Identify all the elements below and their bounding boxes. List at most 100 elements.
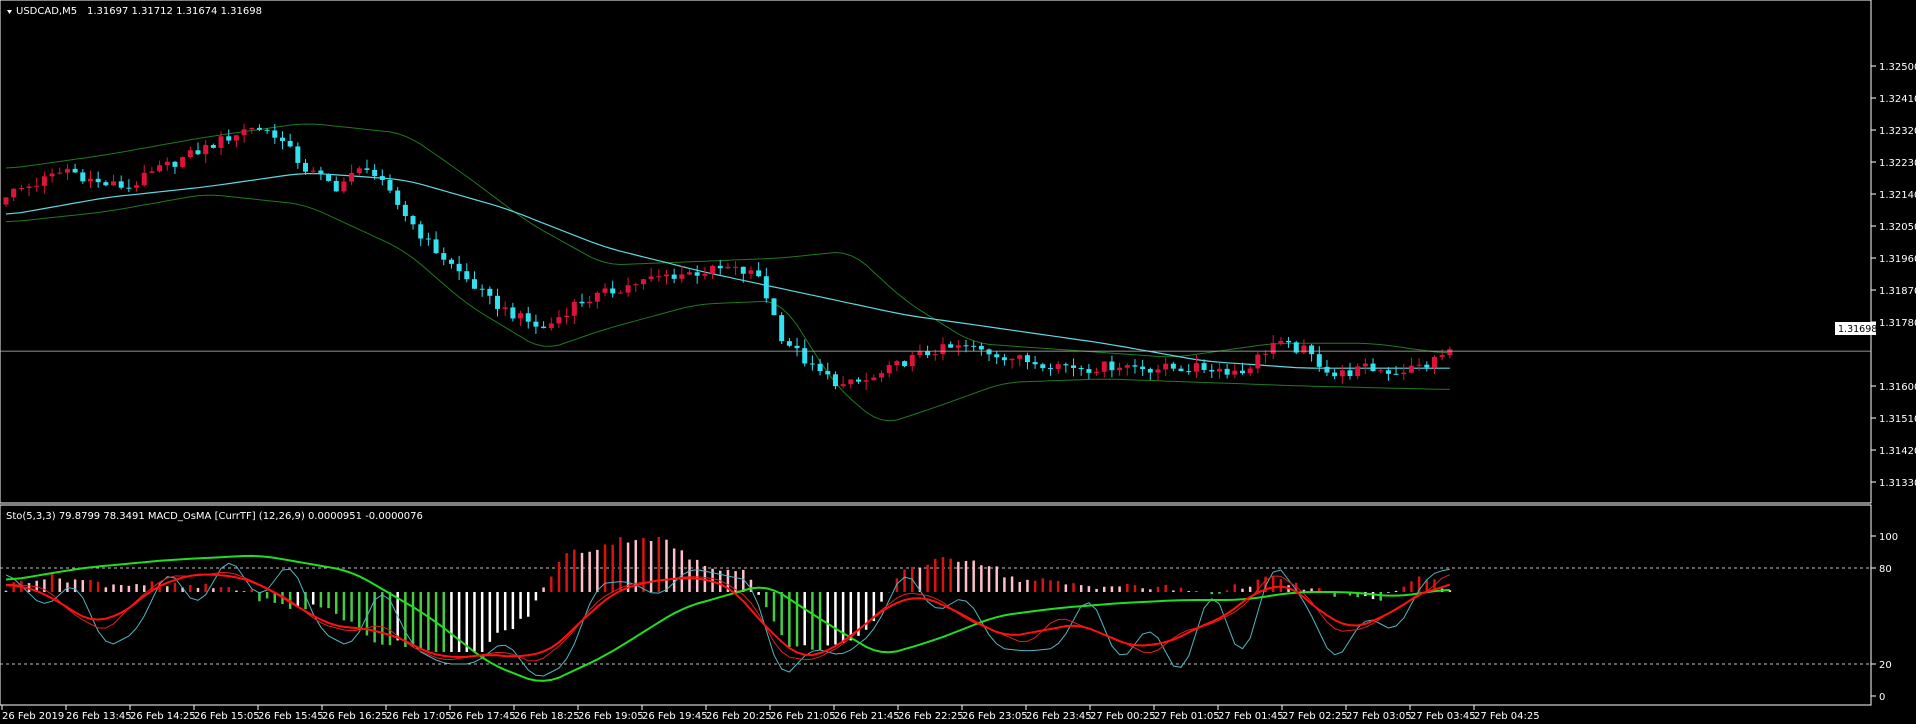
candle-body [18, 187, 24, 189]
candle-body [356, 168, 362, 173]
time-tick-label: 26 Feb 21:45 [834, 711, 900, 722]
candle-body [349, 172, 355, 182]
candle-body [1040, 364, 1046, 369]
candle-body [126, 187, 132, 189]
candle-body [218, 136, 224, 148]
candle-body [1216, 368, 1222, 372]
candle-body [249, 127, 255, 130]
candle-body [978, 345, 984, 350]
candle-body [886, 365, 892, 374]
symbol-label: USDCAD,M5 [16, 6, 77, 17]
candle-body [809, 363, 815, 365]
candle-body [717, 265, 723, 269]
candle-body [648, 276, 654, 280]
candle-body [932, 354, 938, 356]
oscillator-axis: 100 80 20 0 [1871, 532, 1898, 703]
time-tick-label: 26 Feb 2019 [2, 711, 64, 722]
candle-body [617, 292, 623, 294]
candle-body [1309, 345, 1315, 355]
candle-body [203, 144, 209, 155]
candle-body [1347, 370, 1353, 376]
time-tick-label: 26 Feb 19:05 [578, 711, 644, 722]
candle-body [1239, 370, 1245, 374]
candle-body [310, 170, 316, 172]
candle-body [326, 174, 332, 181]
candle-body [95, 178, 101, 183]
candle-body [395, 190, 401, 205]
candle-body [994, 354, 1000, 358]
candle-body [1431, 356, 1437, 368]
candle-body [456, 263, 462, 272]
candle-body [1355, 366, 1361, 376]
main-price-panel[interactable]: USDCAD,M5 1.31697 1.31712 1.31674 1.3169… [0, 0, 1916, 504]
candle-body [694, 272, 700, 276]
candle-body [1147, 369, 1153, 373]
oscillator-panel[interactable]: Sto(5,3,3) 79.8799 78.3491 MACD_OsMA [Cu… [0, 504, 1898, 706]
candle-body [1247, 368, 1253, 374]
ohlc-values: 1.31697 1.31712 1.31674 1.31698 [87, 6, 262, 17]
price-tick-label: 1.32230 [1879, 158, 1916, 169]
candle-body [779, 315, 785, 342]
current-price-label: 1.31698 [1838, 324, 1877, 335]
candle-body [1378, 370, 1384, 372]
candle-body [917, 351, 923, 356]
candle-body [710, 265, 716, 274]
candle-body [1017, 355, 1023, 359]
candle-body [533, 321, 539, 327]
candle-body [1401, 372, 1407, 375]
candle-body [671, 274, 677, 279]
candle-body [502, 307, 508, 309]
candle-body [441, 253, 447, 260]
candle-body [1094, 371, 1100, 373]
price-tick-label: 1.31420 [1879, 446, 1916, 457]
time-tick-label: 27 Feb 02:25 [1282, 711, 1348, 722]
candle-body [986, 349, 992, 355]
candle-body [679, 274, 685, 279]
time-tick-label: 26 Feb 19:45 [642, 711, 708, 722]
candle-body [1439, 355, 1445, 357]
candle-body [564, 315, 570, 318]
time-tick-label: 27 Feb 01:05 [1154, 711, 1220, 722]
candle-body [1193, 363, 1199, 372]
candle-body [233, 135, 239, 141]
candle-body [479, 288, 485, 290]
price-tick-label: 1.32320 [1879, 126, 1916, 137]
candle-body [26, 186, 32, 188]
candle-body [525, 313, 531, 322]
price-tick-label: 1.32140 [1879, 190, 1916, 201]
candle-body [1447, 349, 1453, 356]
candle-body [1071, 365, 1077, 368]
candle-body [487, 288, 493, 296]
candle-body [725, 266, 731, 269]
time-tick-label: 27 Feb 00:25 [1090, 711, 1156, 722]
candle-body [180, 157, 186, 167]
time-tick-label: 26 Feb 18:25 [514, 711, 580, 722]
candle-body [1163, 363, 1169, 370]
candle-body [402, 204, 408, 217]
candle-body [1286, 340, 1292, 343]
candle-body [495, 295, 501, 309]
candle-body [963, 345, 969, 347]
candle-body [471, 279, 477, 289]
candle-body [1232, 370, 1238, 375]
candle-body [372, 169, 378, 177]
candle-body [195, 150, 201, 155]
candle-body [541, 326, 547, 329]
candle-body [909, 355, 915, 367]
time-tick-label: 26 Feb 14:25 [130, 711, 196, 722]
candle-body [1155, 369, 1161, 373]
candle-body [1047, 368, 1053, 370]
candle-body [1117, 367, 1123, 371]
time-tick-label: 26 Feb 23:05 [962, 711, 1028, 722]
candle-body [663, 274, 669, 277]
candle-body [72, 168, 78, 173]
candle-body [57, 172, 63, 174]
candle-body [771, 298, 777, 316]
osc-tick-label: 100 [1879, 532, 1898, 543]
candle-body [863, 380, 869, 382]
sub-panel-border [0, 504, 1872, 706]
candle-body [1201, 363, 1207, 370]
price-tick-label: 1.32500 [1879, 62, 1916, 73]
price-axis: 1.32500 1.32410 1.32320 1.32230 1.32140 1.320… [1871, 62, 1916, 489]
candle-body [134, 185, 140, 188]
